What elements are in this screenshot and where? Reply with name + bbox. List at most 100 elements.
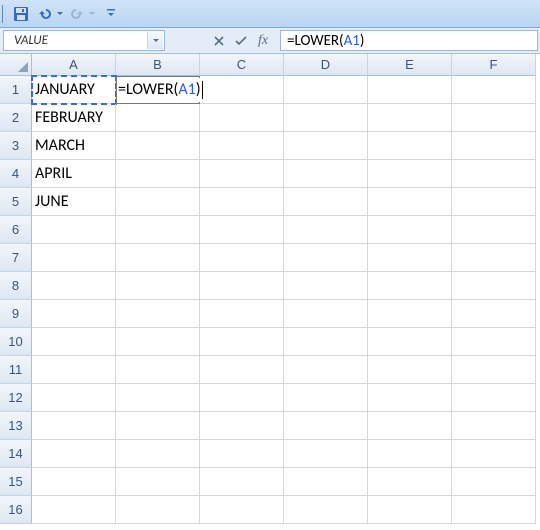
cell-D4[interactable] [284, 160, 368, 188]
select-all-corner[interactable] [0, 54, 32, 76]
cell-A3[interactable]: MARCH [32, 132, 116, 160]
row-header[interactable]: 6 [0, 216, 32, 244]
name-box-dropdown[interactable] [147, 32, 163, 49]
cell[interactable] [284, 412, 368, 440]
row-header[interactable]: 2 [0, 104, 32, 132]
cell-B4[interactable] [116, 160, 200, 188]
cell[interactable] [200, 468, 284, 496]
col-header-A[interactable]: A [32, 54, 116, 76]
cell[interactable] [200, 384, 284, 412]
cell[interactable] [116, 356, 200, 384]
redo-dropdown-icon[interactable] [88, 10, 96, 18]
redo-button[interactable] [66, 3, 88, 25]
cell[interactable] [284, 272, 368, 300]
cell-A5[interactable]: JUNE [32, 188, 116, 216]
cell-B2[interactable] [116, 104, 200, 132]
cell-A2[interactable]: FEBRUARY [32, 104, 116, 132]
cell[interactable] [452, 356, 536, 384]
cell[interactable] [32, 468, 116, 496]
cell-F2[interactable] [452, 104, 536, 132]
cell[interactable] [284, 496, 368, 524]
cell-C4[interactable] [200, 160, 284, 188]
save-button[interactable] [10, 3, 32, 25]
cancel-button[interactable] [208, 30, 230, 52]
cell[interactable] [32, 300, 116, 328]
cell[interactable] [452, 384, 536, 412]
row-header[interactable]: 12 [0, 384, 32, 412]
enter-button[interactable] [230, 30, 252, 52]
cell-B5[interactable] [116, 188, 200, 216]
row-header[interactable]: 7 [0, 244, 32, 272]
cell[interactable] [116, 328, 200, 356]
cell-E2[interactable] [368, 104, 452, 132]
cell-E5[interactable] [368, 188, 452, 216]
cell[interactable] [200, 412, 284, 440]
cell[interactable] [32, 272, 116, 300]
cell-C3[interactable] [200, 132, 284, 160]
cell[interactable] [368, 216, 452, 244]
cell-E3[interactable] [368, 132, 452, 160]
cell[interactable] [116, 412, 200, 440]
cell-C5[interactable] [200, 188, 284, 216]
row-header[interactable]: 8 [0, 272, 32, 300]
row-header[interactable]: 16 [0, 496, 32, 524]
cell[interactable] [368, 384, 452, 412]
cell[interactable] [116, 468, 200, 496]
row-header[interactable]: 4 [0, 160, 32, 188]
cell-B1[interactable]: =LOWER(A1) [116, 76, 200, 104]
cell[interactable] [284, 440, 368, 468]
cell[interactable] [452, 468, 536, 496]
insert-function-button[interactable]: fx [252, 30, 274, 52]
cell[interactable] [200, 496, 284, 524]
cell[interactable] [32, 356, 116, 384]
cell[interactable] [368, 496, 452, 524]
cell-D2[interactable] [284, 104, 368, 132]
cell[interactable] [32, 216, 116, 244]
row-header[interactable]: 1 [0, 76, 32, 104]
cell[interactable] [116, 216, 200, 244]
cell[interactable] [284, 356, 368, 384]
cell-E4[interactable] [368, 160, 452, 188]
cell[interactable] [200, 216, 284, 244]
cell[interactable] [116, 272, 200, 300]
cell[interactable] [116, 440, 200, 468]
cell-F5[interactable] [452, 188, 536, 216]
formula-bar-input[interactable]: =LOWER(A1) [280, 30, 538, 51]
cell[interactable] [368, 272, 452, 300]
cell[interactable] [32, 384, 116, 412]
cell[interactable] [368, 440, 452, 468]
cell[interactable] [200, 328, 284, 356]
col-header-F[interactable]: F [452, 54, 536, 76]
cell-D5[interactable] [284, 188, 368, 216]
col-header-E[interactable]: E [368, 54, 452, 76]
col-header-B[interactable]: B [116, 54, 200, 76]
cell-A4[interactable]: APRIL [32, 160, 116, 188]
cell[interactable] [32, 496, 116, 524]
cell[interactable] [368, 356, 452, 384]
cell[interactable] [284, 216, 368, 244]
cell[interactable] [32, 440, 116, 468]
cell[interactable] [368, 300, 452, 328]
qat-customize-icon[interactable] [106, 6, 116, 22]
cell[interactable] [452, 216, 536, 244]
cell[interactable] [284, 384, 368, 412]
cell-D3[interactable] [284, 132, 368, 160]
name-box[interactable]: VALUE [3, 30, 165, 51]
row-header[interactable]: 14 [0, 440, 32, 468]
col-header-C[interactable]: C [200, 54, 284, 76]
cell-C2[interactable] [200, 104, 284, 132]
row-header[interactable]: 10 [0, 328, 32, 356]
cell-D1[interactable] [284, 76, 368, 104]
cell[interactable] [368, 468, 452, 496]
undo-button[interactable] [34, 3, 56, 25]
cell[interactable] [368, 328, 452, 356]
cell[interactable] [284, 244, 368, 272]
cell-F4[interactable] [452, 160, 536, 188]
row-header[interactable]: 11 [0, 356, 32, 384]
cell[interactable] [452, 412, 536, 440]
cell[interactable] [116, 300, 200, 328]
cell[interactable] [116, 384, 200, 412]
cell[interactable] [452, 244, 536, 272]
cell-C1[interactable] [200, 76, 284, 104]
col-header-D[interactable]: D [284, 54, 368, 76]
